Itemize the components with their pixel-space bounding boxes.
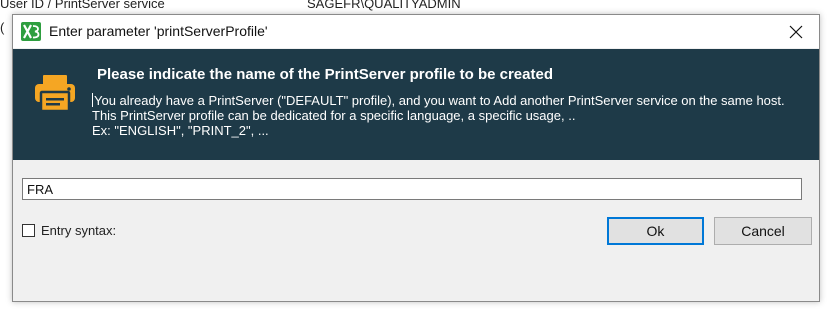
text-caret: [92, 93, 93, 107]
entry-syntax-option[interactable]: Entry syntax:: [22, 222, 116, 238]
close-button[interactable]: [773, 15, 819, 48]
dialog-title: Enter parameter 'printServerProfile': [49, 23, 268, 39]
header-description: You already have a PrintServer ("DEFAULT…: [92, 93, 812, 138]
background-field-label: User ID / PrintServer service: [0, 0, 165, 11]
description-line-2: This PrintServer profile can be dedicate…: [92, 108, 576, 123]
header-title: Please indicate the name of the PrintSer…: [97, 66, 553, 83]
printer-icon: [35, 75, 75, 113]
entry-syntax-label[interactable]: Entry syntax:: [41, 223, 116, 238]
dialog-titlebar[interactable]: Enter parameter 'printServerProfile': [13, 15, 819, 48]
dialog-header-panel: Please indicate the name of the PrintSer…: [13, 49, 819, 160]
parameter-dialog: Enter parameter 'printServerProfile' Ple…: [12, 14, 820, 302]
ok-button[interactable]: Ok: [607, 217, 704, 245]
description-line-1: You already have a PrintServer ("DEFAULT…: [92, 93, 785, 108]
x3-app-icon: [21, 22, 41, 41]
description-line-3: Ex: "ENGLISH", "PRINT_2", ...: [92, 123, 269, 138]
entry-syntax-checkbox[interactable]: [22, 223, 35, 237]
profile-name-input[interactable]: [22, 178, 802, 200]
close-icon: [789, 25, 803, 38]
background-field-value: SAGEFR\QUALITYADMIN: [307, 0, 461, 11]
cancel-button[interactable]: Cancel: [714, 217, 812, 245]
background-cut-text: (: [0, 20, 5, 35]
